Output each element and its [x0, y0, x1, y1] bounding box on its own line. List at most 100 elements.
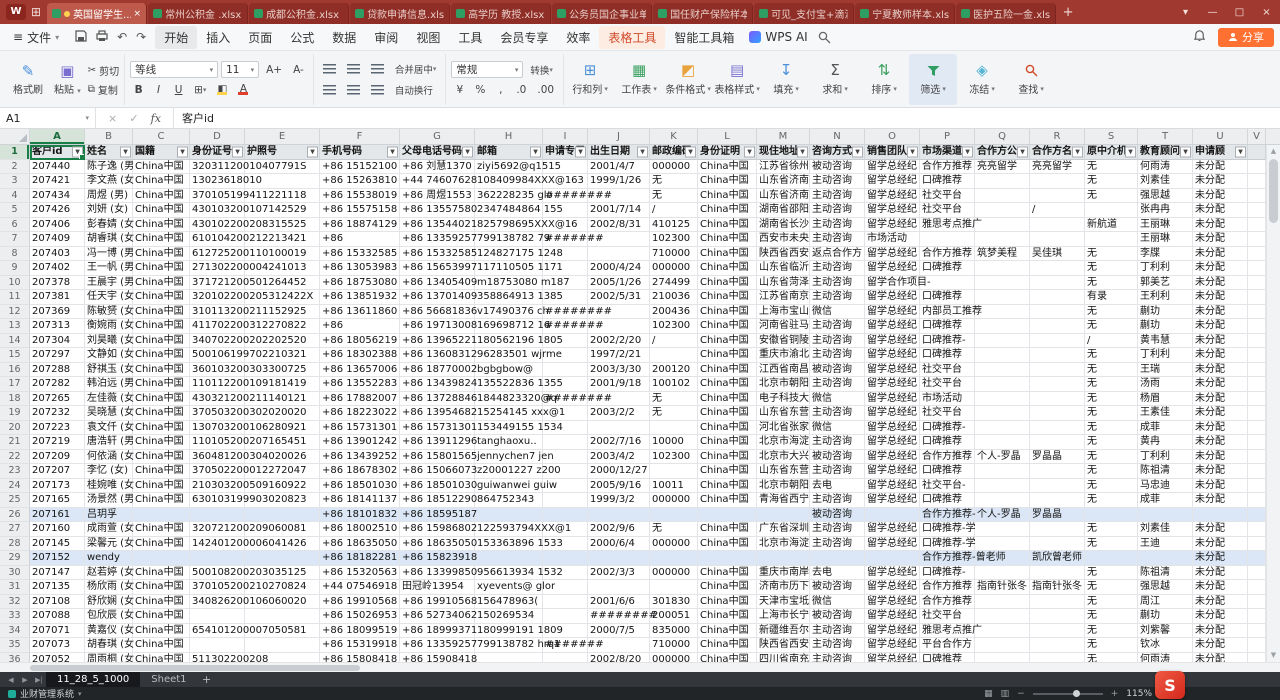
cell[interactable]: 内部员工推荐	[920, 305, 975, 320]
cell[interactable]	[975, 290, 1030, 305]
cell[interactable]: 王素佳	[1138, 406, 1193, 421]
cell[interactable]: 200436	[650, 305, 698, 320]
cell[interactable]: 马忠迪	[1138, 479, 1193, 494]
row-header[interactable]: 3	[0, 174, 30, 189]
row-header[interactable]: 24	[0, 479, 30, 494]
cell[interactable]: 956613934 1532	[475, 566, 543, 581]
cell[interactable]	[650, 551, 698, 566]
cell[interactable]	[245, 479, 320, 494]
cell[interactable]: 310113200211152925	[190, 305, 245, 320]
cell[interactable]: 未分配	[1193, 290, 1248, 305]
cell[interactable]: 207160	[30, 522, 85, 537]
cell[interactable]	[245, 334, 320, 349]
column-header-M[interactable]: M	[757, 129, 810, 144]
cell[interactable]: 北京市朝阳	[757, 479, 810, 494]
cell[interactable]: 留学总经纪	[865, 261, 920, 276]
menu-insert[interactable]: 插入	[197, 26, 239, 49]
cell[interactable]: China中国	[133, 218, 190, 233]
cell[interactable]: China中国	[133, 624, 190, 639]
font-size-select[interactable]: 11▾	[221, 61, 259, 78]
cell[interactable]: 371721200501264452	[190, 276, 245, 291]
cell[interactable]: +86 18512290	[400, 493, 475, 508]
cell[interactable]: 2000/6/4	[588, 537, 650, 552]
cell[interactable]: +86 18874129	[320, 218, 400, 233]
cell[interactable]	[543, 421, 588, 436]
cell[interactable]: 主动咨询	[810, 537, 865, 552]
cell[interactable]	[1248, 479, 1266, 494]
cell[interactable]: China中国	[698, 290, 757, 305]
cell[interactable]: 留学总经纪	[865, 189, 920, 204]
cell[interactable]: 口碑推荐-	[920, 566, 975, 581]
cell[interactable]	[1030, 638, 1085, 653]
cell[interactable]	[543, 160, 588, 175]
cell[interactable]: 340702200202202520	[190, 334, 245, 349]
cell[interactable]: 未分配	[1193, 174, 1248, 189]
filter-dropdown-icon[interactable]: ▼	[462, 146, 473, 157]
cell[interactable]: 冯一博 (男	[85, 247, 133, 262]
cell[interactable]: 王一帆 (男	[85, 261, 133, 276]
row-header[interactable]: 25	[0, 493, 30, 508]
cell[interactable]: xyevents@ glor	[475, 580, 543, 595]
convert-button[interactable]: 转换▾	[526, 61, 557, 78]
cell[interactable]	[1248, 464, 1266, 479]
cell[interactable]: 成菲	[1138, 493, 1193, 508]
cell[interactable]: 何依涵 (女	[85, 450, 133, 465]
cell[interactable]: 重庆市渝北	[757, 348, 810, 363]
cell[interactable]: 340826200106060020	[190, 595, 245, 610]
cell[interactable]	[245, 508, 320, 523]
print-icon[interactable]	[96, 30, 108, 45]
cell[interactable]	[543, 595, 588, 610]
cell[interactable]: 180999191 1809	[475, 624, 543, 639]
cell[interactable]: 2003/3/30	[588, 363, 650, 378]
cell[interactable]: 留学总经纪	[865, 595, 920, 610]
cell[interactable]	[245, 566, 320, 581]
cell[interactable]: 留学总经纪	[865, 638, 920, 653]
cell[interactable]	[1085, 203, 1138, 218]
column-header-F[interactable]: F	[320, 129, 400, 144]
menu-formula[interactable]: 公式	[281, 26, 323, 49]
cell[interactable]: 留学合作项目-	[865, 276, 920, 291]
cell[interactable]: 未分配	[1193, 261, 1248, 276]
cell[interactable]	[245, 290, 320, 305]
cell[interactable]	[543, 348, 588, 363]
ribbon-button-sort[interactable]: ⇅排序▾	[860, 54, 908, 105]
cell[interactable]: China中国	[133, 580, 190, 595]
confirm-entry-icon[interactable]: ✓	[129, 112, 138, 125]
cell[interactable]: 未分配	[1193, 624, 1248, 639]
cell[interactable]: 207402	[30, 261, 85, 276]
cell[interactable]: 主动咨询	[810, 624, 865, 639]
cell[interactable]: 799138782 hrq1	[475, 638, 543, 653]
cell[interactable]: +86 18501030	[320, 479, 400, 494]
cell[interactable]: 王丽琳	[1138, 232, 1193, 247]
cell[interactable]: China中国	[698, 174, 757, 189]
cell[interactable]	[1138, 551, 1193, 566]
cell[interactable]: 陕西省西安	[757, 638, 810, 653]
cell[interactable]: 358864913 1385	[475, 290, 543, 305]
column-header-P[interactable]: P	[920, 129, 975, 144]
cell[interactable]: China中国	[698, 595, 757, 610]
cell[interactable]	[190, 551, 245, 566]
cell[interactable]: China中国	[133, 319, 190, 334]
cell[interactable]: 口碑推荐	[920, 290, 975, 305]
cell[interactable]: 北京市大兴	[757, 450, 810, 465]
cell[interactable]	[1030, 189, 1085, 204]
cell[interactable]: 370503200302020020	[190, 406, 245, 421]
cell[interactable]	[975, 537, 1030, 552]
cell[interactable]: 142401200006041426	[190, 537, 245, 552]
cell[interactable]: 630103199903020823	[190, 493, 245, 508]
row-header[interactable]: 14	[0, 334, 30, 349]
cell[interactable]: 陈祖清	[1138, 464, 1193, 479]
file-tab[interactable]: 贷款申请信息.xlsx	[350, 3, 450, 24]
cell[interactable]	[1248, 522, 1266, 537]
cell[interactable]: +86 13544021	[400, 218, 475, 233]
cell[interactable]	[1248, 247, 1266, 262]
cell[interactable]: 杨眉	[1138, 392, 1193, 407]
cell[interactable]: 留学总经纪	[865, 464, 920, 479]
cell[interactable]: +86 15731301	[400, 421, 475, 436]
cell[interactable]: 无	[1085, 464, 1138, 479]
cell[interactable]: 合作方推荐	[920, 595, 975, 610]
cell[interactable]: 口碑推荐	[920, 464, 975, 479]
cell[interactable]: 王晨宇 (男	[85, 276, 133, 291]
format-painter-button[interactable]: ✎ 格式刷	[9, 62, 47, 98]
cell[interactable]: 无	[1085, 319, 1138, 334]
